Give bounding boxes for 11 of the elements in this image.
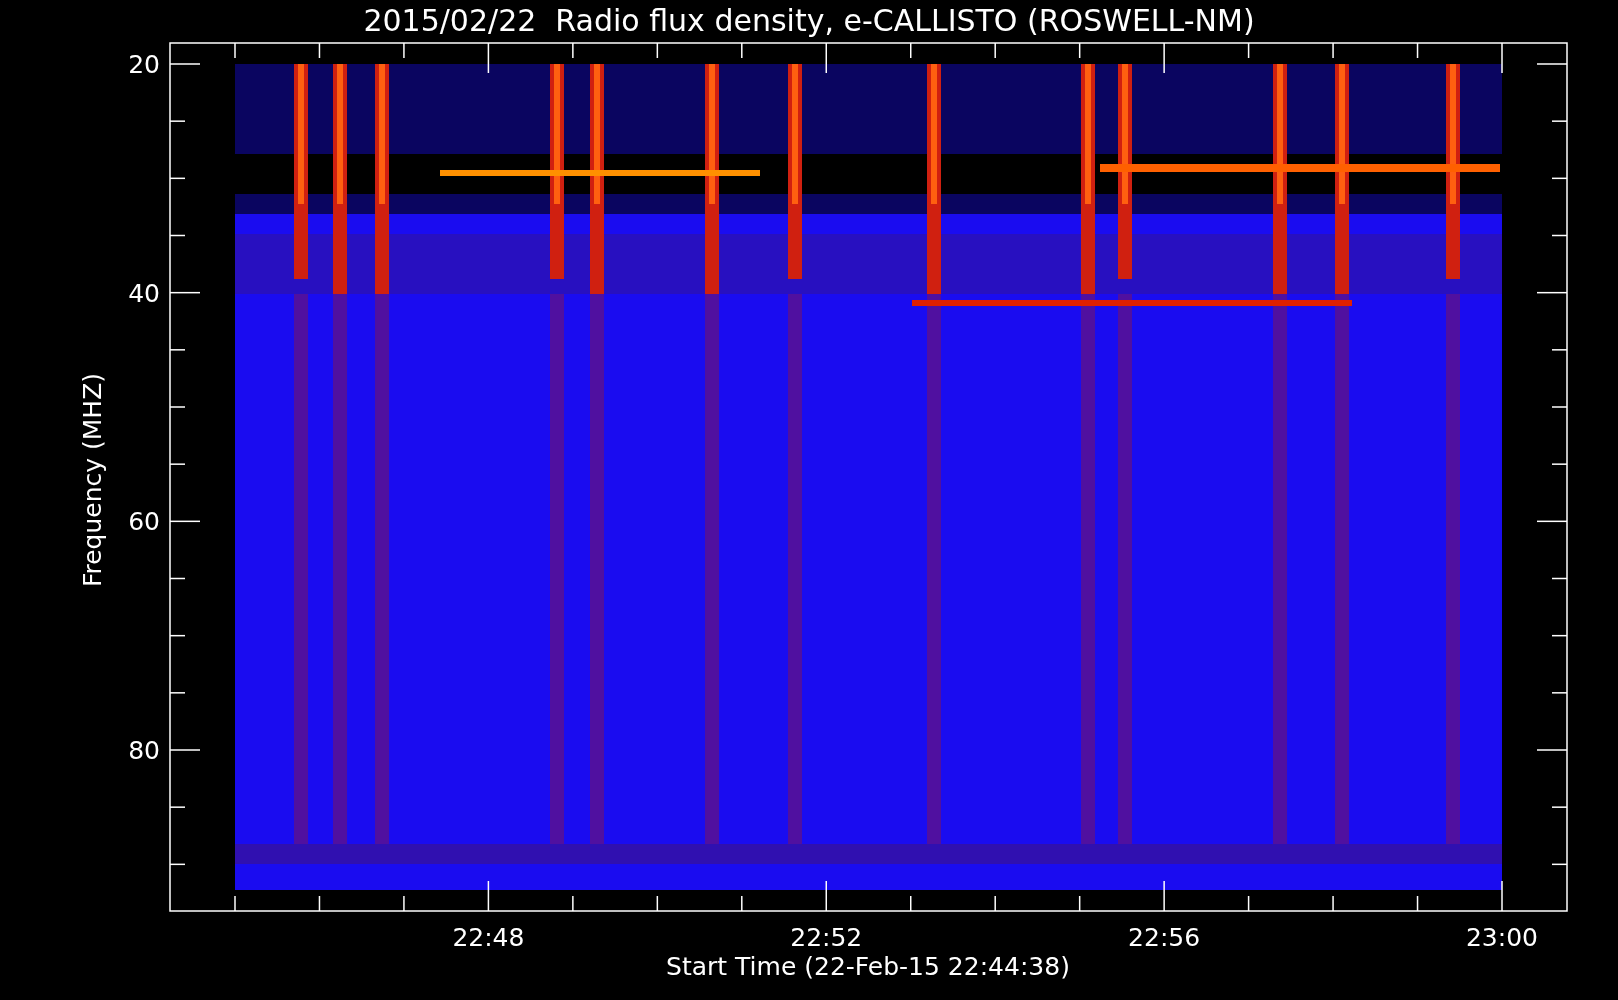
chart-title: 2015/02/22 Radio flux density, e-CALLISTO (ROSWELL-NM) — [363, 3, 1255, 38]
y-tick-label: 40 — [128, 278, 160, 308]
x-tick-label: 22:56 — [1128, 923, 1201, 952]
x-tick-label: 22:48 — [452, 923, 525, 952]
y-tick-label: 20 — [128, 50, 160, 79]
x-tick-label: 23:00 — [1466, 923, 1538, 952]
x-tick-label: 22:52 — [790, 923, 863, 952]
y-tick-label: 80 — [128, 736, 160, 765]
y-tick-label: 60 — [128, 507, 160, 537]
y-axis-label: Frequency (MHZ) — [78, 372, 107, 588]
x-axis-label: Start Time (22-Feb-15 22:44:38) — [666, 952, 1070, 981]
